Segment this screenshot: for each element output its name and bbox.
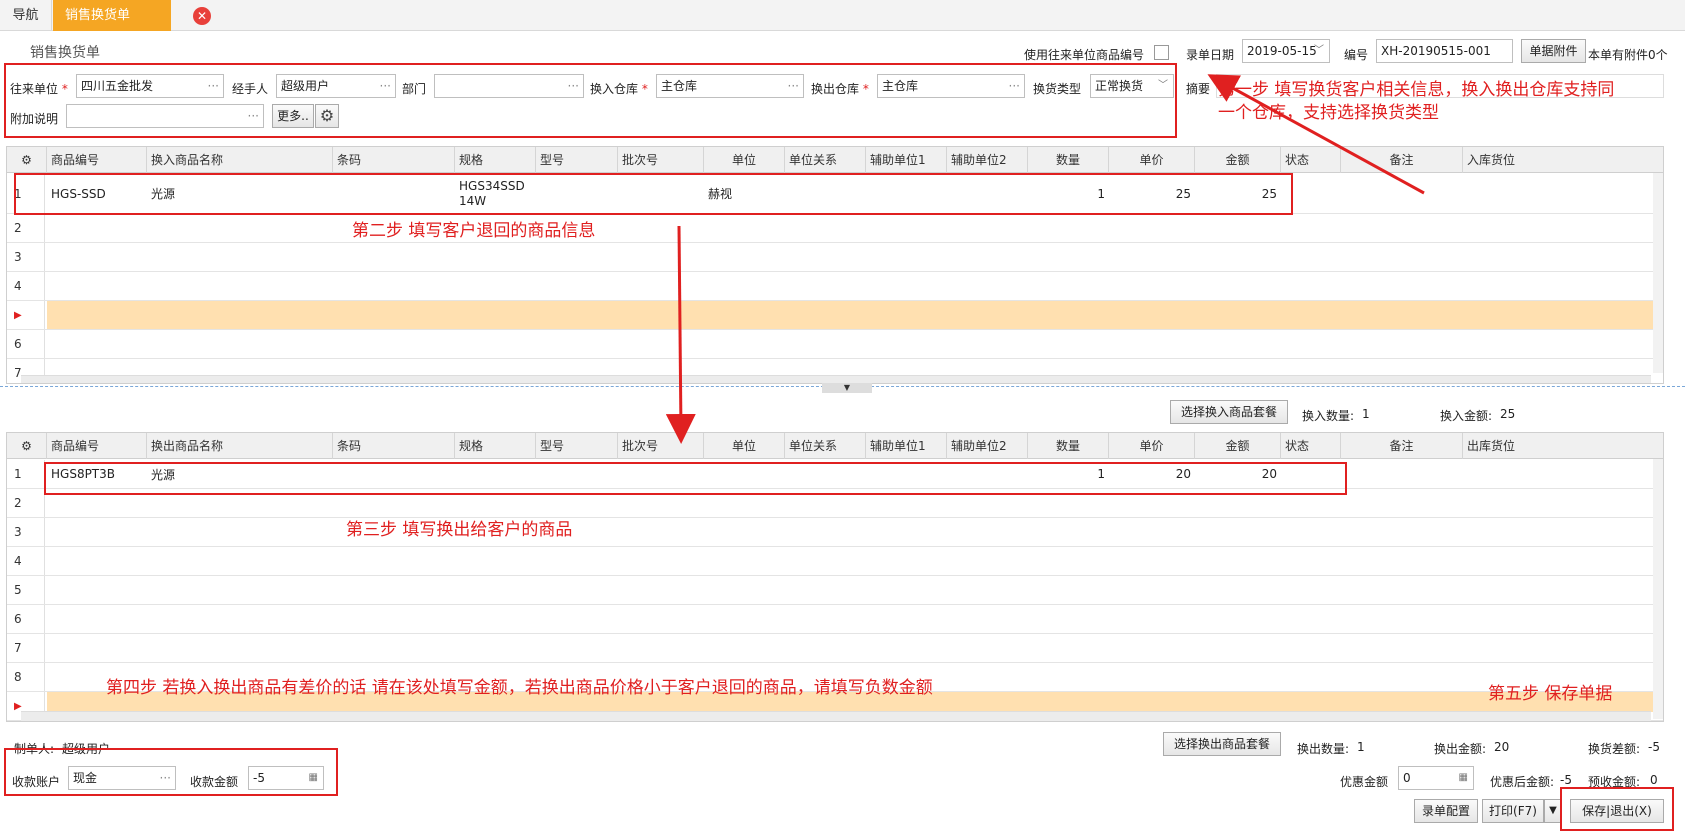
- arrow-step2: [665, 225, 696, 444]
- annotation-arrows: [665, 74, 1425, 444]
- arrow-step1: [1207, 74, 1425, 195]
